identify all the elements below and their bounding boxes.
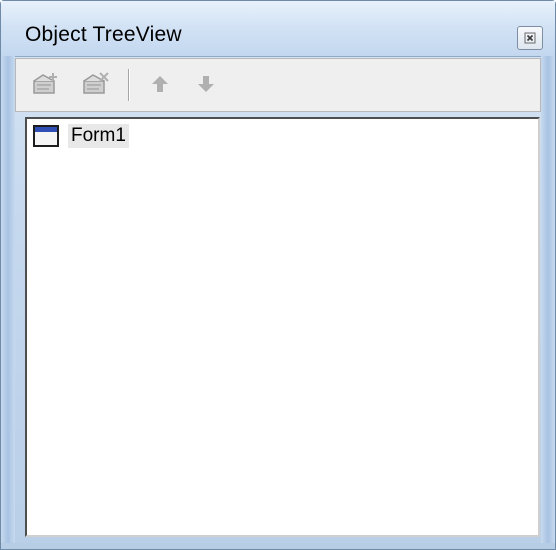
window-frame-right [541,56,555,549]
move-up-icon [152,76,168,92]
delete-object-icon [83,72,109,94]
object-treeview-window: Object TreeView Form1 [0,0,556,550]
window-frame-left [1,56,15,549]
title-bar[interactable]: Object TreeView [1,1,555,57]
close-icon [524,32,536,44]
window-frame-bottom [1,543,555,549]
tree-item-form1[interactable]: Form1 [33,123,129,149]
move-down-icon [198,76,214,92]
delete-object-button[interactable] [80,69,112,99]
add-object-button[interactable] [30,69,62,99]
toolbar [15,58,541,112]
window-title: Object TreeView [25,23,182,46]
tree-item-label: Form1 [68,124,129,148]
form-icon [33,125,59,147]
move-up-button[interactable] [144,69,176,99]
add-object-icon [33,73,57,94]
close-button[interactable] [517,26,543,50]
move-down-button[interactable] [190,69,222,99]
object-tree[interactable]: Form1 [25,117,540,537]
toolbar-separator [128,69,130,101]
